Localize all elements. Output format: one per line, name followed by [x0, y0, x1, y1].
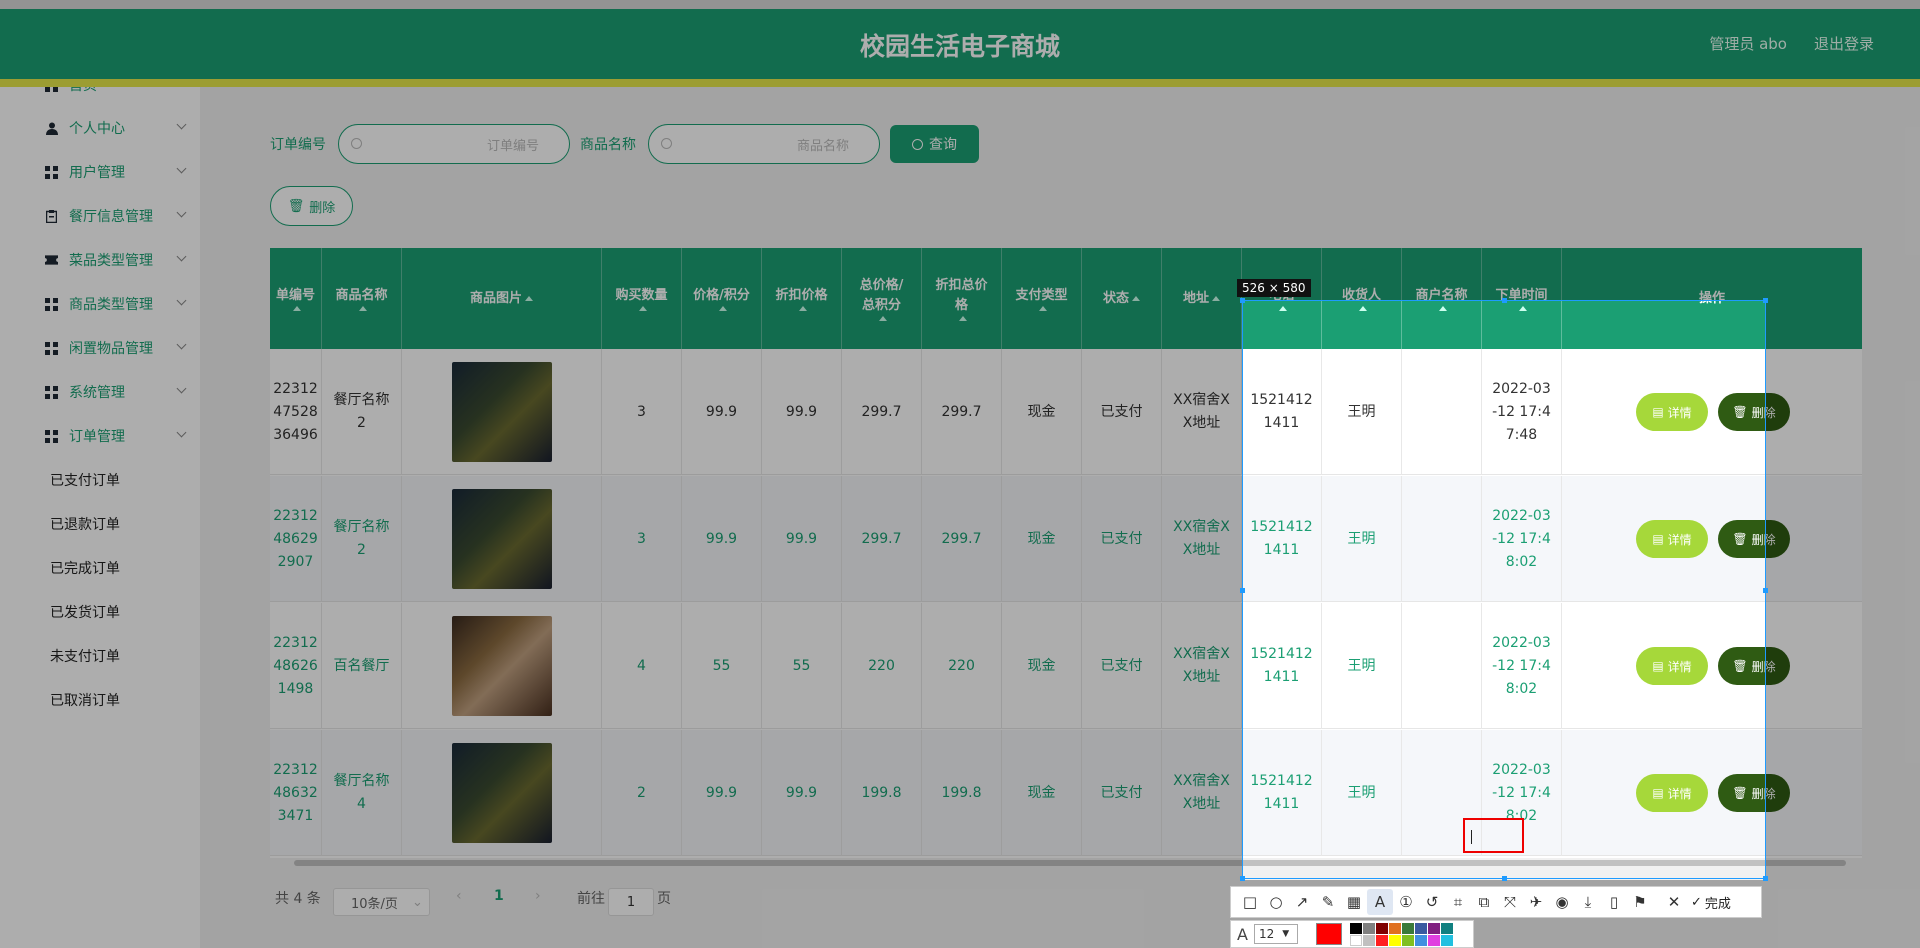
- font-size-value: 12: [1258, 927, 1275, 941]
- phone-icon[interactable]: ▯: [1601, 889, 1627, 915]
- pin-icon[interactable]: ✈: [1523, 889, 1549, 915]
- text-style-toolbar: A 12 ▼: [1230, 920, 1474, 948]
- resize-handle[interactable]: [1502, 876, 1507, 881]
- capture-toolbar: □ ○ ↗ ✎ ▦ A ① ↺ ⌗ ⧉ ⤧ ✈ ◉ ⤓ ▯ ⚑ ✕ ✓ 完成: [1230, 886, 1762, 918]
- ellipse-tool-icon[interactable]: ○: [1263, 889, 1289, 915]
- resize-handle[interactable]: [1502, 298, 1507, 303]
- resize-handle[interactable]: [1763, 876, 1768, 881]
- translate-icon[interactable]: ⤧: [1497, 889, 1523, 915]
- resize-handle[interactable]: [1763, 298, 1768, 303]
- capture-selection[interactable]: [1240, 298, 1768, 881]
- crop-icon[interactable]: ⌗: [1445, 889, 1471, 915]
- capture-dimensions: 526 × 580: [1237, 279, 1311, 297]
- bookmark-icon[interactable]: ⚑: [1627, 889, 1653, 915]
- resize-handle[interactable]: [1240, 298, 1245, 303]
- arrow-tool-icon[interactable]: ↗: [1289, 889, 1315, 915]
- resize-handle[interactable]: [1763, 588, 1768, 593]
- number-tool-icon[interactable]: ①: [1393, 889, 1419, 915]
- chevron-down-icon: ▼: [1282, 929, 1290, 939]
- text-tool-icon[interactable]: A: [1367, 889, 1393, 915]
- annotation-text-box[interactable]: [1463, 818, 1524, 853]
- check-icon: ✓: [1691, 894, 1702, 910]
- resize-handle[interactable]: [1240, 876, 1245, 881]
- download-icon[interactable]: ⤓: [1575, 889, 1601, 915]
- close-icon[interactable]: ✕: [1661, 889, 1687, 915]
- text-cursor: [1471, 830, 1472, 844]
- undo-icon[interactable]: ↺: [1419, 889, 1445, 915]
- resize-handle[interactable]: [1240, 588, 1245, 593]
- pencil-tool-icon[interactable]: ✎: [1315, 889, 1341, 915]
- mosaic-tool-icon[interactable]: ▦: [1341, 889, 1367, 915]
- record-icon[interactable]: ◉: [1549, 889, 1575, 915]
- capture-dim-left: [0, 300, 1242, 880]
- font-icon: A: [1237, 924, 1248, 944]
- done-button[interactable]: ✓ 完成: [1691, 893, 1731, 912]
- current-color-swatch[interactable]: [1315, 923, 1342, 945]
- capture-dim-right: [1766, 300, 1920, 880]
- rectangle-tool-icon[interactable]: □: [1237, 889, 1263, 915]
- done-label: 完成: [1704, 896, 1731, 912]
- ocr-icon[interactable]: ⧉: [1471, 889, 1497, 915]
- capture-dim-top: [0, 0, 1920, 300]
- color-palette[interactable]: [1349, 922, 1453, 946]
- font-size-select[interactable]: 12 ▼: [1253, 924, 1298, 944]
